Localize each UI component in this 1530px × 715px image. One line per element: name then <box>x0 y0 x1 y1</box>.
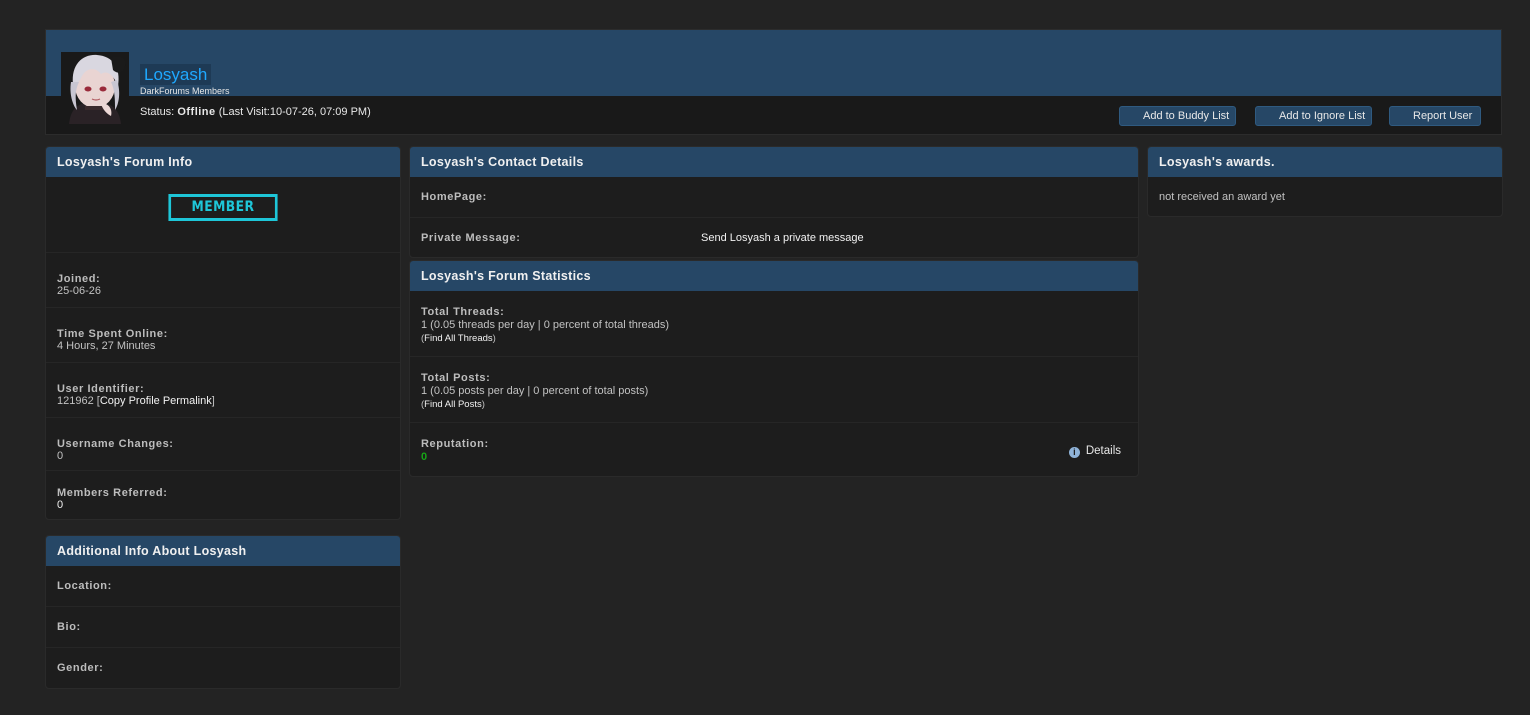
status-label: Status: <box>140 106 175 118</box>
awards-title: Losyash's awards. <box>1148 147 1502 177</box>
reputation-details-button[interactable]: i Details <box>1068 445 1121 458</box>
no-awards-text: not received an award yet <box>1159 191 1285 203</box>
homepage-label: HomePage: <box>421 191 487 203</box>
bio-row: Bio: <box>46 607 400 648</box>
awards-row: not received an award yet <box>1148 177 1502 216</box>
total-threads-row: Total Threads: 1 (0.05 threads per day |… <box>410 291 1138 357</box>
copy-permalink-link[interactable]: Copy Profile Permalink <box>100 395 212 407</box>
username-changes-row: Username Changes: 0 <box>46 418 400 471</box>
report-user-button[interactable]: Report User <box>1389 106 1482 126</box>
awards-panel: Losyash's awards. not received an award … <box>1147 146 1503 217</box>
total-threads-value: 1 (0.05 threads per day | 0 percent of t… <box>421 319 670 331</box>
find-posts-wrap: (Find All Posts) <box>421 399 485 410</box>
location-row: Location: <box>46 566 400 607</box>
members-referred-label: Members Referred: <box>57 487 168 499</box>
total-posts-value: 1 (0.05 posts per day | 0 percent of tot… <box>421 385 649 397</box>
bio-label: Bio: <box>57 621 81 633</box>
contact-details-panel: Losyash's Contact Details HomePage: Priv… <box>409 146 1139 258</box>
location-label: Location: <box>57 580 112 592</box>
add-buddy-button[interactable]: Add to Buddy List <box>1119 106 1237 126</box>
user-identifier-value: 121962 [Copy Profile Permalink] <box>57 395 215 407</box>
profile-header: Losyash DarkForums Members Status: Offli… <box>45 29 1502 135</box>
info-icon: i <box>1068 447 1080 458</box>
additional-info-title: Additional Info About Losyash <box>46 536 400 566</box>
members-referred-row: Members Referred: 0 <box>46 471 400 519</box>
status-value: Offline <box>177 106 216 118</box>
usergroup-row: MEMBER <box>46 177 400 253</box>
private-message-label: Private Message: <box>421 232 521 244</box>
contact-details-title: Losyash's Contact Details <box>410 147 1138 177</box>
total-posts-label: Total Posts: <box>421 372 491 384</box>
send-pm-link[interactable]: Send Losyash a private message <box>701 218 864 257</box>
private-message-row: Private Message: Send Losyash a private … <box>410 218 1138 257</box>
user-identifier-row: User Identifier: 121962 [Copy Profile Pe… <box>46 363 400 418</box>
homepage-row: HomePage: <box>410 177 1138 218</box>
gender-label: Gender: <box>57 662 104 674</box>
joined-row: Joined: 25-06-26 <box>46 253 400 308</box>
find-all-posts-link[interactable]: Find All Posts <box>424 399 482 410</box>
username-changes-label: Username Changes: <box>57 438 174 450</box>
forum-info-panel: Losyash's Forum Info MEMBER Joined: 25-0… <box>45 146 401 520</box>
add-ignore-button[interactable]: Add to Ignore List <box>1255 106 1373 126</box>
find-threads-wrap: (Find All Threads) <box>421 333 496 344</box>
details-label: Details <box>1085 445 1121 457</box>
gender-row: Gender: <box>46 648 400 688</box>
reputation-row: Reputation: 0 i Details <box>410 423 1138 476</box>
forum-statistics-panel: Losyash's Forum Statistics Total Threads… <box>409 260 1139 477</box>
username-changes-value: 0 <box>57 450 64 462</box>
time-online-value: 4 Hours, 27 Minutes <box>57 340 156 352</box>
reputation-label: Reputation: <box>421 438 489 450</box>
reputation-value[interactable]: 0 <box>421 451 1127 464</box>
status-line: Status: Offline (Last Visit:10-07-26, 07… <box>140 106 371 118</box>
forum-statistics-title: Losyash's Forum Statistics <box>410 261 1138 291</box>
joined-value: 25-06-26 <box>57 285 102 297</box>
last-visit: (Last Visit:10-07-26, 07:09 PM) <box>218 106 371 118</box>
total-threads-label: Total Threads: <box>421 306 505 318</box>
profile-usertitle: DarkForums Members <box>140 86 230 96</box>
forum-info-title: Losyash's Forum Info <box>46 147 400 177</box>
profile-banner <box>46 30 1501 96</box>
joined-label: Joined: <box>57 273 101 285</box>
members-referred-value[interactable]: 0 <box>57 499 389 511</box>
find-all-threads-link[interactable]: Find All Threads <box>424 333 492 344</box>
user-avatar[interactable] <box>61 52 129 124</box>
profile-username: Losyash <box>140 64 212 85</box>
time-online-row: Time Spent Online: 4 Hours, 27 Minutes <box>46 308 400 363</box>
user-identifier-label: User Identifier: <box>57 383 145 395</box>
additional-info-panel: Additional Info About Losyash Location: … <box>45 535 401 689</box>
total-posts-row: Total Posts: 1 (0.05 posts per day | 0 p… <box>410 357 1138 423</box>
time-online-label: Time Spent Online: <box>57 328 168 340</box>
uid-number: 121962 <box>57 395 94 407</box>
member-badge-image: MEMBER <box>168 194 278 221</box>
